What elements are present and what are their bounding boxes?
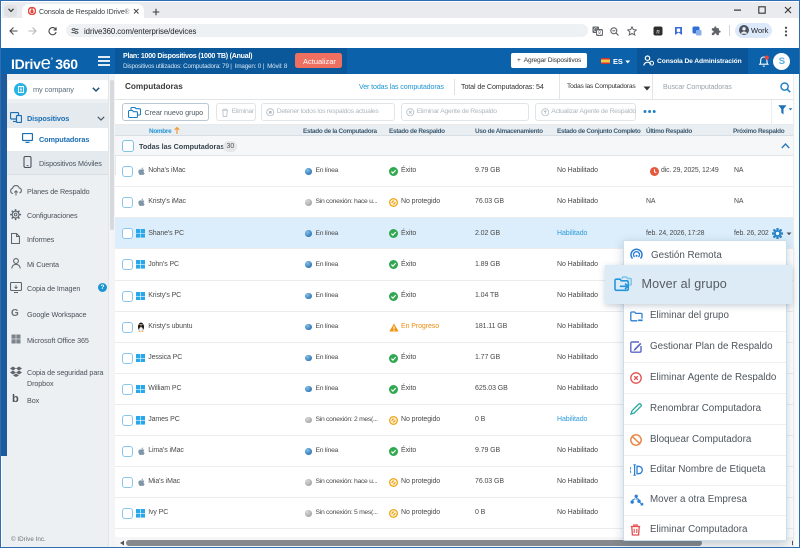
svg-text:n: n (656, 28, 660, 36)
svg-text:文: 文 (597, 29, 603, 36)
